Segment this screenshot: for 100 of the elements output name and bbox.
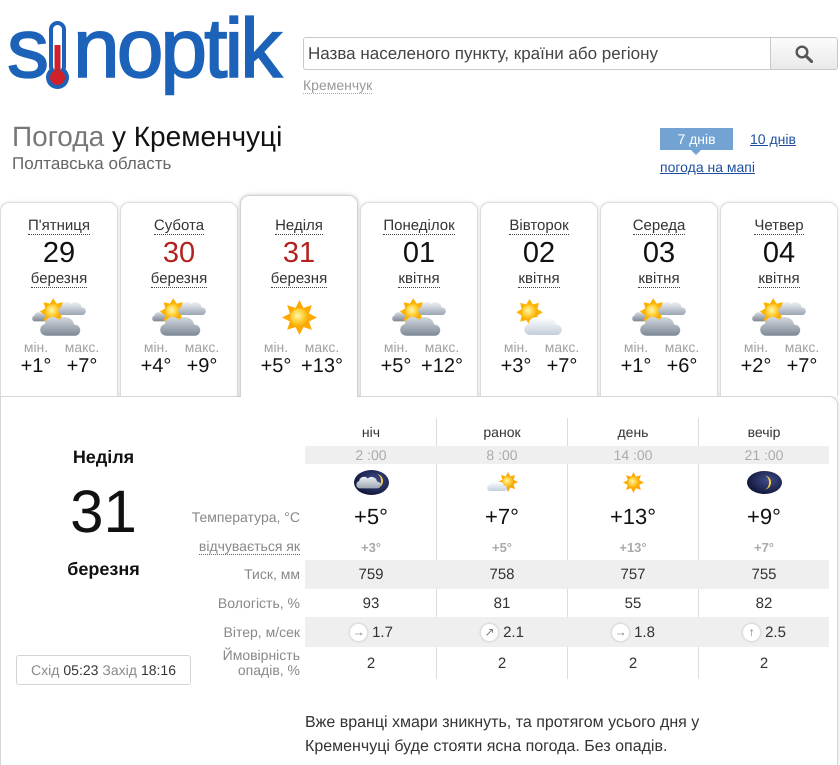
row-label[interactable]: відчувається як: [198, 539, 300, 555]
min-label: мін.: [24, 339, 48, 355]
sun-cloud-icon: [516, 299, 562, 335]
sun-icon: [622, 472, 644, 492]
logo-text: s: [6, 0, 47, 97]
period-name: ранок: [483, 424, 521, 440]
day-name: Четвер: [754, 217, 804, 235]
date-number: 31: [70, 480, 137, 544]
wind-speed: 1.8: [634, 624, 655, 640]
min-label: мін.: [624, 339, 648, 355]
max-temperature: +6°: [666, 355, 698, 377]
forecast-description: Вже вранці хмари зникнуть, та протягом усього дня у Кременчуці буде стояти ясна погода. Без опадів.: [305, 713, 700, 757]
date-number: 04: [762, 238, 796, 269]
search-icon: [795, 44, 813, 62]
time-cell: 14 :00: [567, 446, 698, 464]
month-name: квітня: [638, 270, 680, 288]
map-link[interactable]: погода на мапі: [660, 159, 755, 175]
search-field[interactable]: Назва населеного пункту, країни або регіону: [303, 37, 770, 70]
day-tab[interactable]: П'ятниця 29 березня мін. +1° макс. +7°: [0, 202, 118, 396]
wind-speed: 1.7: [372, 624, 393, 640]
month-name: березня: [150, 270, 208, 288]
pressure-cell: 757: [567, 560, 698, 589]
night-cloud-icon: [354, 470, 388, 494]
pressure-cell: 755: [698, 560, 829, 589]
min-temperature: +1°: [20, 355, 52, 377]
month-name: березня: [270, 270, 328, 288]
date-number: 29: [42, 238, 76, 269]
max-temperature: +7°: [786, 355, 818, 377]
max-label: макс.: [184, 339, 220, 355]
min-label: мін.: [744, 339, 768, 355]
sunrise-time: 05:23: [63, 662, 98, 678]
precipitation-value: 2: [366, 654, 376, 672]
max-label: макс.: [424, 339, 460, 355]
wind-speed: 2.5: [765, 624, 786, 640]
moon-icon: [746, 470, 782, 494]
max-temperature: +7°: [66, 355, 98, 377]
day-tab[interactable]: Четвер 04 квітня мін. +2° макс. +7°: [720, 202, 838, 396]
day-name: Вівторок: [509, 217, 569, 235]
month-name: квітня: [518, 270, 560, 288]
temperature-value: +9°: [747, 504, 781, 530]
precipitation-value: 2: [760, 654, 768, 672]
min-temperature: +3°: [500, 355, 532, 377]
day-name: Неділя: [72, 446, 134, 468]
range-tab[interactable]: 10 днів: [750, 131, 796, 147]
temperature-value: +5°: [354, 504, 388, 530]
day-tab[interactable]: Середа 03 квітня мін. +1° макс. +6°: [600, 202, 718, 396]
min-label: мін.: [144, 339, 168, 355]
sun-icon: [282, 300, 316, 334]
humidity-value: 82: [756, 594, 772, 612]
min-temperature: +2°: [740, 355, 772, 377]
logo-text: noptik: [72, 0, 282, 97]
time-cell: 8 :00: [436, 446, 567, 464]
day-name: П'ятниця: [28, 217, 90, 235]
max-label: макс.: [784, 339, 820, 355]
max-temperature: +7°: [546, 355, 578, 377]
sunrise-label: Схід: [30, 662, 60, 678]
day-name: Середа: [632, 217, 686, 235]
day-tab[interactable]: Неділя 31 березня мін. +5° макс. +13°: [240, 195, 358, 397]
day-name: Субота: [154, 217, 204, 235]
period-name: день: [618, 424, 648, 440]
date-number: 03: [642, 238, 676, 269]
period-name: вечір: [748, 424, 780, 440]
sun-clouds-icon: [392, 298, 446, 336]
min-temperature: +1°: [620, 355, 652, 377]
sunset-time: 18:16: [140, 662, 176, 678]
page-title: Погода: [12, 121, 104, 152]
month-name: квітня: [758, 270, 800, 288]
thermometer-icon: [46, 21, 69, 89]
search-button[interactable]: [770, 37, 838, 70]
cloud-sun-icon: [486, 472, 518, 492]
pressure-cell: 758: [436, 560, 567, 589]
date-number: 01: [402, 238, 436, 269]
min-label: мін.: [384, 339, 408, 355]
row-label: Тиск, мм: [244, 567, 300, 582]
row-label: Ймовірність опадів, %: [222, 648, 300, 678]
row-label: Вологість, %: [218, 596, 300, 610]
time-cell: 2 :00: [305, 446, 436, 464]
wind-speed: 2.1: [503, 624, 524, 640]
day-name: Понеділок: [383, 217, 455, 235]
month-name: березня: [67, 558, 140, 580]
min-label: мін.: [264, 339, 288, 355]
humidity-value: 55: [624, 594, 642, 612]
humidity-value: 93: [362, 594, 380, 612]
month-name: березня: [30, 270, 88, 288]
date-number: 31: [282, 238, 316, 269]
row-label: Вітер, м/сек: [224, 624, 300, 640]
feels-like-value: +7°: [754, 540, 774, 554]
wind-direction-icon: ↑: [742, 622, 762, 642]
region-name: Полтавська область: [12, 154, 172, 174]
feels-like-value: +5°: [492, 540, 512, 554]
sunset-label: Захід: [102, 662, 137, 678]
day-tab[interactable]: Вівторок 02 квітня мін. +3° макс. +7°: [480, 202, 598, 396]
day-tab[interactable]: Субота 30 березня мін. +4° макс. +9°: [120, 202, 238, 396]
day-tab[interactable]: Понеділок 01 квітня мін. +5° макс. +12°: [360, 202, 478, 396]
date-number: 30: [162, 238, 196, 269]
wind-direction-icon: →: [349, 622, 368, 642]
precipitation-value: 2: [628, 654, 638, 672]
city-title: у Кременчуці: [112, 121, 282, 152]
row-label: Температура, °C: [192, 510, 300, 524]
max-label: макс.: [64, 339, 100, 355]
